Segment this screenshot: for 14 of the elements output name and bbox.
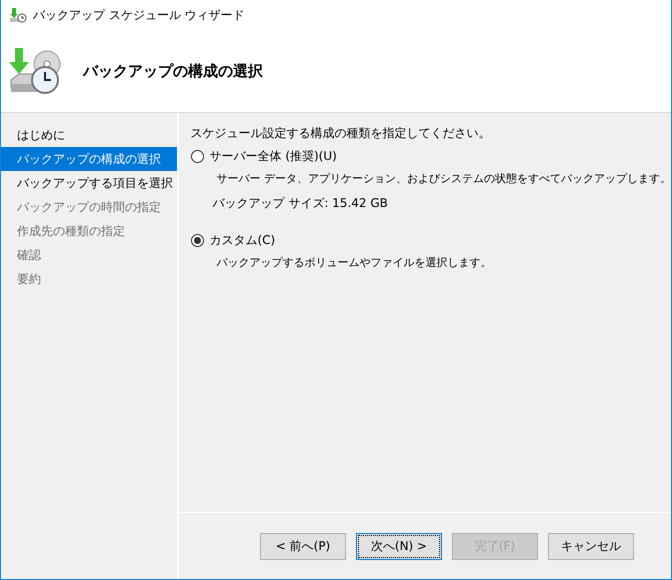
step-item[interactable]: バックアップの構成の選択	[1, 147, 176, 171]
backup-size-text: バックアップ サイズ: 15.42 GB	[212, 195, 389, 212]
wizard-button[interactable]: キャンセル	[548, 532, 634, 560]
step-item[interactable]: バックアップする項目を選択	[1, 171, 176, 195]
page-heading: バックアップの構成の選択	[83, 62, 263, 80]
option-description: バックアップするボリュームやファイルを選択します。	[216, 255, 492, 270]
step-item[interactable]: はじめに	[1, 123, 176, 147]
option-label[interactable]: カスタム(C)	[210, 232, 276, 248]
wizard-button[interactable]: < 前へ(P)	[260, 532, 346, 560]
option-label[interactable]: サーバー全体 (推奨)(U)	[210, 148, 337, 164]
instruction-text: スケジュール設定する構成の種類を指定してください。	[190, 125, 492, 142]
wizard-button[interactable]: 次へ(N) >	[356, 532, 442, 560]
window-title: バックアップ スケジュール ウィザード	[33, 6, 245, 24]
option-description: サーバー データ、アプリケーション、およびシステムの状態をすべてバックアップします。	[216, 171, 671, 186]
